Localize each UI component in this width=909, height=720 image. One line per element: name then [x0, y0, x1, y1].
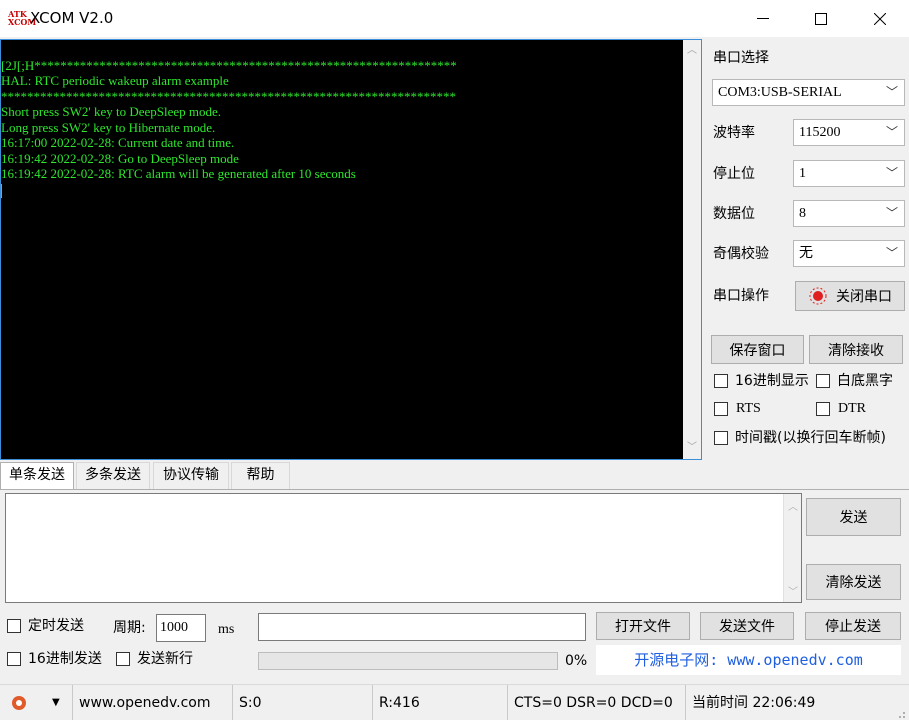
terminal-line: 16:19:42 2022-02-28: Go to DeepSleep mod…: [1, 150, 239, 166]
clear-receive-button[interactable]: 清除接收: [809, 335, 903, 364]
maximize-button[interactable]: [792, 0, 850, 37]
chevron-down-icon: ﹀: [885, 125, 898, 139]
data-bits-value: 8: [799, 206, 806, 221]
send-newline-checkbox[interactable]: [116, 652, 130, 666]
scroll-up-icon[interactable]: ︿: [683, 42, 701, 60]
chevron-down-icon: ﹀: [885, 246, 898, 260]
terminal-line: 16:19:42 2022-02-28: RTC alarm will be g…: [1, 166, 356, 181]
port-operation-label: 串口操作: [713, 288, 769, 304]
scroll-down-icon[interactable]: ﹀: [683, 439, 701, 457]
tab-help[interactable]: 帮助: [231, 462, 290, 489]
scroll-down-icon[interactable]: ﹀: [784, 583, 802, 598]
stop-send-button[interactable]: 停止发送: [805, 612, 901, 640]
hex-send-label: 16进制发送: [28, 651, 102, 667]
stop-bits-select[interactable]: 1 ﹀: [793, 160, 905, 187]
baud-select[interactable]: 115200 ﹀: [793, 119, 905, 146]
terminal-scrollbar[interactable]: ︿ ﹀: [683, 40, 701, 459]
tab-single-send[interactable]: 单条发送: [0, 462, 74, 490]
receive-terminal[interactable]: [2J[;H**********************************…: [0, 39, 702, 460]
clear-send-button[interactable]: 清除发送: [806, 564, 901, 600]
status-indicator-icon: [809, 287, 827, 305]
period-input[interactable]: 1000: [156, 614, 206, 642]
timed-send-checkbox[interactable]: [7, 619, 21, 633]
hex-display-checkbox[interactable]: [714, 374, 728, 388]
hex-display-label: 16进制显示: [735, 373, 809, 389]
maximize-icon: [815, 12, 827, 25]
app-logo-icon: ATK XCOM: [8, 9, 37, 27]
file-path-input[interactable]: [258, 613, 586, 641]
dtr-checkbox[interactable]: [816, 402, 830, 416]
data-bits-select[interactable]: 8 ﹀: [793, 200, 905, 227]
send-textarea[interactable]: ︿ ﹀: [5, 493, 802, 603]
period-label: 周期:: [113, 620, 146, 636]
white-black-label: 白底黑字: [837, 373, 893, 389]
menu-arrow-icon[interactable]: ▼: [52, 685, 60, 720]
terminal-line: Long press SW2' key to Hibernate mode.: [1, 119, 216, 135]
open-file-button[interactable]: 打开文件: [596, 612, 690, 640]
status-bar: ▼ www.openedv.com S:0 R:416 CTS=0 DSR=0 …: [0, 684, 909, 720]
tab-divider: [0, 489, 909, 490]
url-banner[interactable]: 开源电子网: www.openedv.com: [596, 645, 901, 675]
stop-bits-label: 停止位: [713, 166, 755, 182]
minimize-icon: [757, 17, 769, 19]
rts-label: RTS: [736, 401, 761, 416]
status-current-time: 当前时间 22:06:49: [692, 695, 816, 711]
parity-select[interactable]: 无 ﹀: [793, 240, 905, 267]
port-value: COM3:USB-SERIAL: [718, 85, 842, 100]
status-menu[interactable]: ▼: [0, 685, 72, 720]
parity-label: 奇偶校验: [713, 246, 769, 262]
window-title: XCOM V2.0: [30, 9, 114, 27]
tab-protocol[interactable]: 协议传输: [153, 462, 229, 489]
timestamp-label: 时间戳(以换行回车断帧): [735, 430, 886, 446]
text-cursor: [1, 183, 2, 198]
scroll-up-icon[interactable]: ︿: [784, 498, 802, 513]
resize-grip-icon[interactable]: [896, 707, 906, 718]
chevron-down-icon: ﹀: [885, 166, 898, 180]
terminal-line: Short press SW2' key to DeepSleep mode.: [1, 104, 222, 119]
progress-text: 0%: [565, 653, 588, 669]
send-progress-bar: [258, 652, 558, 670]
send-file-button[interactable]: 发送文件: [700, 612, 794, 640]
send-scrollbar[interactable]: ︿ ﹀: [783, 494, 801, 602]
baud-label: 波特率: [713, 125, 755, 141]
title-bar: ATK XCOM XCOM V2.0: [0, 0, 909, 37]
port-select[interactable]: COM3:USB-SERIAL ﹀: [712, 79, 905, 106]
close-button[interactable]: [851, 0, 909, 37]
chevron-down-icon: ﹀: [885, 206, 898, 220]
send-button[interactable]: 发送: [806, 498, 901, 536]
status-received-count: R:416: [373, 685, 508, 720]
timed-send-label: 定时发送: [28, 618, 84, 634]
close-port-label: 关闭串口: [836, 289, 892, 305]
send-newline-label: 发送新行: [137, 651, 193, 667]
status-sent-count: S:0: [233, 685, 373, 720]
chevron-down-icon: ﹀: [885, 85, 898, 99]
hex-send-checkbox[interactable]: [7, 652, 21, 666]
port-label: 串口选择: [713, 50, 769, 66]
save-window-button[interactable]: 保存窗口: [711, 335, 804, 364]
white-black-checkbox[interactable]: [816, 374, 830, 388]
timestamp-checkbox[interactable]: [714, 431, 728, 445]
data-bits-label: 数据位: [713, 206, 755, 222]
terminal-line: ****************************************…: [1, 88, 456, 104]
terminal-line: [2J[;H**********************************…: [1, 57, 457, 73]
rts-checkbox[interactable]: [714, 402, 728, 416]
dtr-label: DTR: [838, 401, 866, 416]
minimize-button[interactable]: [734, 0, 792, 37]
terminal-line: HAL: RTC periodic wakeup alarm example: [1, 73, 229, 88]
close-icon: [874, 12, 886, 25]
status-line-signals: CTS=0 DSR=0 DCD=0: [508, 685, 686, 720]
close-port-button[interactable]: 关闭串口: [795, 281, 905, 311]
period-unit: ms: [218, 622, 235, 637]
terminal-text: [2J[;H**********************************…: [1, 42, 683, 229]
status-website[interactable]: www.openedv.com: [72, 685, 233, 720]
tab-multi-send[interactable]: 多条发送: [76, 462, 150, 489]
baud-value: 115200: [799, 125, 841, 140]
stop-bits-value: 1: [799, 166, 806, 181]
terminal-line: 16:17:00 2022-02-28: Current date and ti…: [1, 135, 235, 150]
settings-gear-icon[interactable]: [10, 694, 28, 712]
parity-value: 无: [799, 245, 813, 261]
